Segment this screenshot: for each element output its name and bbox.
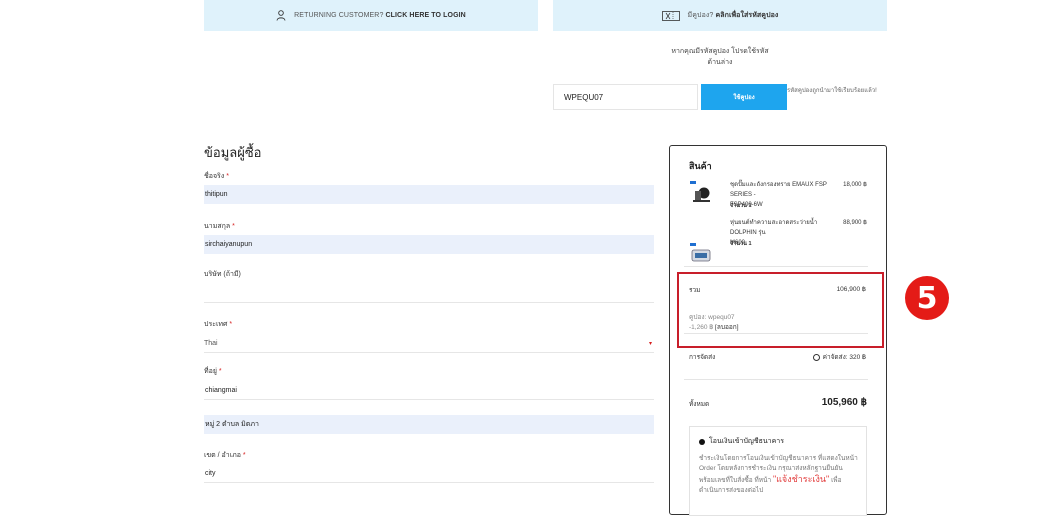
total-label: ทั้งหมด	[689, 401, 710, 408]
shipping-option[interactable]: ค่าจัดส่ง: 320 ฿	[790, 352, 866, 362]
product-thumbnail[interactable]	[689, 242, 713, 266]
product-price: 18,000 ฿	[843, 182, 867, 188]
user-icon	[276, 10, 286, 21]
address-label: ที่อยู่ *	[204, 368, 222, 375]
country-select[interactable]: Thai ▾	[204, 334, 654, 353]
product-price: 88,900 ฿	[843, 220, 867, 226]
last-name-field[interactable]: sirchaiyanupun	[204, 235, 654, 254]
apply-coupon-button[interactable]: ใช้คูปอง	[701, 84, 787, 110]
first-name-label: ชื่อจริง *	[204, 173, 229, 180]
coupon-applied-message: รหัสคูปองถูกนำมาใช้เรียบร้อยแล้ว!	[787, 88, 877, 94]
coupon-note: หากคุณมีรหัสคูปอง โปรดใช้รหัส ด้านล่าง	[671, 48, 769, 66]
product-qty: จำนวน 1	[730, 241, 752, 247]
coupon-ticket-icon	[661, 10, 680, 21]
address-field[interactable]: chiangmai	[204, 381, 654, 400]
address2-field[interactable]: หมู่ 2 ตำบล มิตภา	[204, 415, 654, 434]
returning-customer-text: RETURNING CUSTOMER?	[294, 12, 384, 19]
company-field[interactable]	[204, 284, 654, 303]
company-label: บริษัท (ถ้ามี)	[204, 271, 241, 278]
district-field[interactable]: city	[204, 464, 654, 483]
billing-title: ข้อมูลผู้ซื้อ	[204, 145, 262, 160]
product-qty: จำนวน 1	[730, 203, 752, 209]
first-name-field[interactable]: thitipun	[204, 185, 654, 204]
radio-icon[interactable]	[812, 353, 820, 361]
returning-customer-bar[interactable]: RETURNING CUSTOMER? CLICK HERE TO LOGIN	[204, 0, 538, 31]
last-name-label: นามสกุล *	[204, 223, 235, 230]
highlight-box	[677, 272, 884, 348]
district-label: เขต / อำเภอ *	[204, 452, 246, 459]
coupon-question-text: มีคูปอง?	[687, 12, 714, 19]
coupon-code-input[interactable]: WPEQU07	[553, 84, 698, 110]
login-link[interactable]: CLICK HERE TO LOGIN	[385, 12, 465, 19]
coupon-toggle-bar[interactable]: มีคูปอง? คลิกเพื่อใส่รหัสคูปอง	[553, 0, 887, 31]
payment-description: ชำระเงินโดยการโอนเงินเข้าบัญชีธนาคาร ที่…	[699, 455, 858, 494]
payment-method-title[interactable]: โอนเงินเข้าบัญชีธนาคาร	[699, 436, 784, 447]
caret-down-icon: ▾	[648, 340, 652, 347]
divider	[684, 266, 868, 267]
summary-title: สินค้า	[689, 161, 712, 171]
divider	[684, 379, 868, 380]
coupon-link[interactable]: คลิกเพื่อใส่รหัสคูปอง	[715, 12, 778, 19]
total-value: 105,960 ฿	[821, 397, 867, 408]
country-label: ประเทศ *	[204, 321, 233, 328]
product-thumbnail[interactable]	[689, 180, 713, 204]
radio-selected-icon[interactable]	[699, 438, 705, 445]
step-badge: 5	[905, 276, 949, 320]
shipping-label: การจัดส่ง	[689, 354, 716, 361]
